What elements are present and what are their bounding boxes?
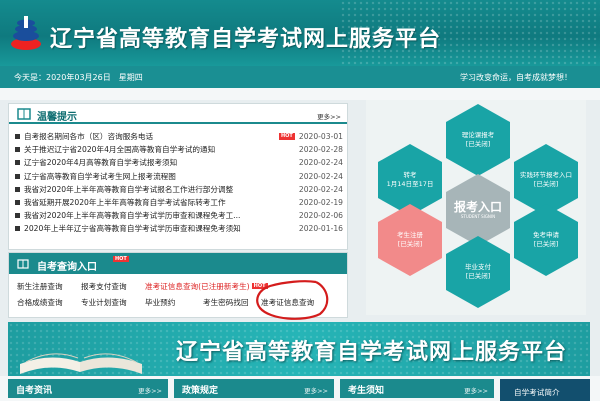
bullet-icon bbox=[15, 160, 20, 166]
hex-exemption[interactable]: 免考申请 [已关闭] bbox=[514, 204, 578, 276]
bullet-icon bbox=[15, 173, 20, 179]
bullet-icon bbox=[15, 199, 20, 205]
red-circle-annotation bbox=[256, 280, 329, 320]
notice-panel: 温馨提示 更多>> 自考报名期间各市（区）咨询服务电话 HOT 2020-03-01… bbox=[8, 103, 348, 250]
list-item[interactable]: 我省对2020年上半年高等教育自学考试报名工作进行部分调整 2020-02-24 bbox=[15, 183, 343, 196]
query-title: 自考查询入口 bbox=[37, 262, 97, 273]
bullet-icon bbox=[15, 186, 20, 192]
hot-badge: HOT bbox=[113, 256, 129, 262]
date-bar: 今天是：2020年03月26日 星期四 学习改变命运，自考成就梦想！ bbox=[0, 66, 600, 88]
site-header: 辽宁省高等教育自学考试网上服务平台 bbox=[0, 0, 600, 66]
hex-student-register[interactable]: 考生注册 [已关闭] bbox=[378, 204, 442, 276]
graduation-link[interactable]: 毕业预约 bbox=[145, 297, 175, 308]
more-link[interactable]: 更多>> bbox=[464, 385, 488, 395]
hex-signin-center[interactable]: 报考入口 STUDENT SIGNIN bbox=[446, 174, 510, 246]
tab-policy[interactable]: 政策规定 更多>> bbox=[174, 379, 334, 398]
gap-strip bbox=[0, 88, 600, 100]
banner-title: 辽宁省高等教育自学考试网上服务平台 bbox=[176, 340, 568, 365]
list-item[interactable]: 自考报名期间各市（区）咨询服务电话 HOT 2020-03-01 bbox=[15, 130, 343, 143]
notice-title: 温馨提示 bbox=[37, 112, 77, 123]
notice-header: 温馨提示 更多>> bbox=[9, 104, 347, 124]
bullet-icon bbox=[15, 134, 20, 139]
password-recovery-link[interactable]: 考生密码找回 bbox=[203, 297, 249, 308]
list-item[interactable]: 我省延期开展2020年上半年高等教育自学考试省际转考工作 2020-02-19 bbox=[15, 196, 343, 209]
list-item[interactable]: 2020年上半年辽宁省高等教育自学考试学历审查和课程免考须知 2020-01-16 bbox=[15, 222, 343, 235]
plan-query-link[interactable]: 专业计划查询 bbox=[81, 297, 127, 308]
notice-book-icon bbox=[17, 108, 31, 120]
bottom-banner: 辽宁省高等教育自学考试网上服务平台 bbox=[8, 322, 590, 376]
new-reg-query-link[interactable]: 新生注册查询 bbox=[17, 281, 63, 292]
admission-new-query-link[interactable]: 准考证信息查询(已注册新考生) HOT bbox=[145, 281, 268, 292]
bullet-icon bbox=[15, 213, 20, 219]
hex-navigation: 理论课报考 [已关闭] 转考 1月14日至17日 实践环节报考入口 [已关闭] … bbox=[366, 100, 586, 315]
bullet-icon bbox=[15, 147, 20, 153]
hot-badge: HOT bbox=[279, 133, 295, 140]
open-book-icon bbox=[20, 353, 142, 374]
bullet-icon bbox=[15, 226, 20, 232]
list-item[interactable]: 辽宁省2020年4月高等教育自学考试报考须知 2020-02-24 bbox=[15, 156, 343, 169]
list-item[interactable]: 辽宁省高等教育自学考试考生网上报考流程图 2020-02-24 bbox=[15, 170, 343, 183]
query-book-icon bbox=[17, 259, 29, 269]
list-item[interactable]: 关于推迟辽宁省2020年4月全国高等教育自学考试的通知 2020-02-28 bbox=[15, 143, 343, 156]
notice-more-link[interactable]: 更多>> bbox=[317, 111, 341, 121]
grades-query-link[interactable]: 合格成绩查询 bbox=[17, 297, 63, 308]
site-title: 辽宁省高等教育自学考试网上服务平台 bbox=[50, 27, 442, 52]
notice-list: 自考报名期间各市（区）咨询服务电话 HOT 2020-03-01 关于推迟辽宁省20… bbox=[15, 130, 343, 236]
pay-query-link[interactable]: 报考支付查询 bbox=[81, 281, 127, 292]
more-link[interactable]: 更多>> bbox=[138, 385, 162, 395]
tab-exam-news[interactable]: 自考资讯 更多>> bbox=[8, 379, 168, 398]
hex-graduation-pay[interactable]: 毕业支付 [已关闭] bbox=[446, 236, 510, 308]
query-header: 自考查询入口 HOT bbox=[9, 253, 347, 274]
hex-theory-exam[interactable]: 理论课报考 [已关闭] bbox=[446, 104, 510, 176]
current-date: 今天是：2020年03月26日 星期四 bbox=[14, 73, 143, 82]
list-item[interactable]: 我省对2020年上半年高等教育自学考试学历审查和课程免考工... 2020-02-… bbox=[15, 209, 343, 222]
logo-icon[interactable] bbox=[8, 14, 44, 52]
motto-text: 学习改变命运，自考成就梦想！ bbox=[460, 73, 572, 82]
exam-intro-panel[interactable]: 自学考试简介 bbox=[500, 379, 590, 401]
tab-candidate-notice[interactable]: 考生须知 更多>> bbox=[340, 379, 494, 398]
more-link[interactable]: 更多>> bbox=[304, 385, 328, 395]
